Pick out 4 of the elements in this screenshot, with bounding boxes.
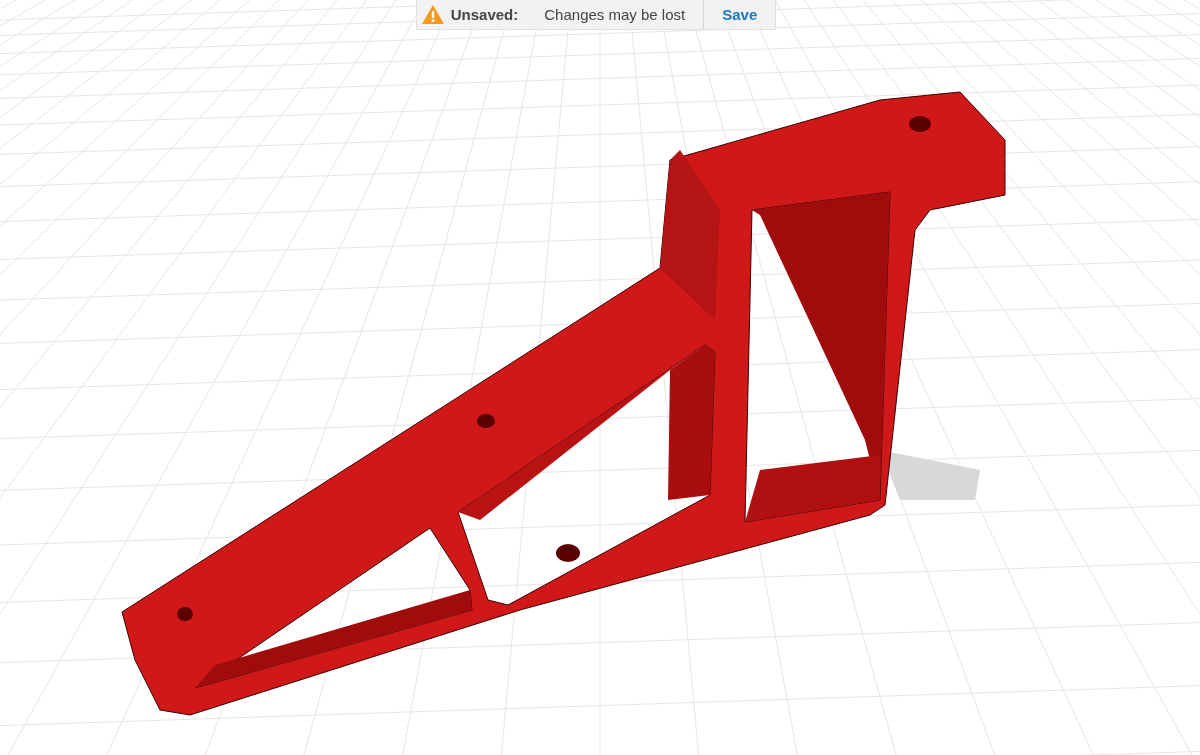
unsaved-label: Unsaved:	[450, 6, 519, 23]
save-button[interactable]: Save	[703, 0, 776, 29]
warning-icon	[420, 4, 445, 25]
notification-message: Changes may be lost	[544, 6, 686, 23]
